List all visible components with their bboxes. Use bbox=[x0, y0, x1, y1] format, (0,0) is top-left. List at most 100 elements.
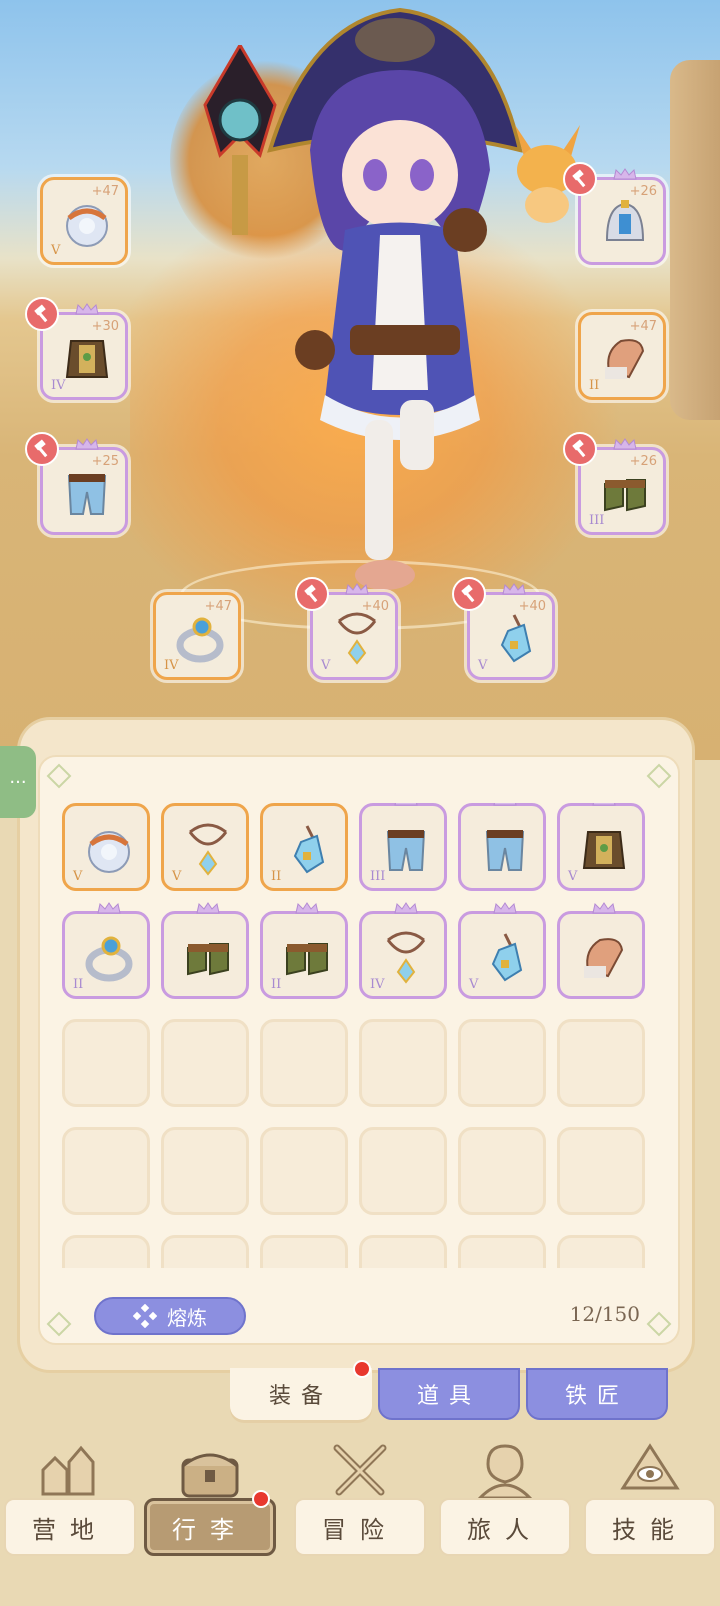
empty-inventory-slot[interactable] bbox=[260, 1235, 348, 1268]
equip-slot-helmet[interactable]: +26 bbox=[563, 162, 666, 265]
tab-items[interactable]: 道具 bbox=[378, 1368, 520, 1420]
empty-inventory-slot[interactable] bbox=[557, 1235, 645, 1268]
equip-slot-pants[interactable]: +25 bbox=[25, 432, 128, 535]
inventory-item[interactable] bbox=[458, 803, 546, 891]
crown-icon bbox=[493, 902, 517, 914]
empty-inventory-slot[interactable] bbox=[458, 1019, 546, 1107]
crown-icon bbox=[592, 902, 616, 914]
upgrade-hammer-icon[interactable] bbox=[295, 577, 329, 611]
equip-slot-boots[interactable]: +26 III bbox=[563, 432, 666, 535]
nav-camp-label: 营地 bbox=[4, 1498, 136, 1556]
luggage-notification-dot bbox=[252, 1490, 270, 1508]
tab-blacksmith-label: 铁匠 bbox=[564, 1384, 629, 1409]
item-tier: II bbox=[271, 977, 282, 992]
swords-icon bbox=[333, 1444, 387, 1496]
equip-slot-pendant[interactable]: +40 V bbox=[452, 577, 555, 680]
nav-skills-label: 技能 bbox=[584, 1498, 716, 1556]
upgrade-hammer-icon[interactable] bbox=[25, 297, 59, 331]
item-tier: V bbox=[321, 658, 331, 673]
smelt-label: 熔炼 bbox=[167, 1305, 207, 1330]
empty-inventory-slot[interactable] bbox=[359, 1019, 447, 1107]
nav-camp[interactable]: 营地 bbox=[0, 1440, 140, 1570]
upgrade-hammer-icon[interactable] bbox=[563, 162, 597, 196]
item-tier: III bbox=[589, 513, 605, 528]
inventory-item[interactable]: III bbox=[359, 803, 447, 891]
panel-corner-ornament bbox=[646, 1311, 672, 1337]
crown-icon bbox=[394, 803, 418, 806]
upgrade-hammer-icon[interactable] bbox=[452, 577, 486, 611]
inventory-item[interactable]: II bbox=[260, 902, 348, 999]
inventory-item[interactable]: V bbox=[557, 803, 645, 891]
empty-inventory-slot[interactable] bbox=[359, 1235, 447, 1268]
pants-icon bbox=[485, 830, 525, 871]
crown-icon bbox=[613, 438, 637, 450]
empty-inventory-slot[interactable] bbox=[557, 1127, 645, 1215]
inventory-item[interactable] bbox=[161, 902, 249, 999]
empty-inventory-slot[interactable] bbox=[260, 1019, 348, 1107]
nav-traveler-label: 旅人 bbox=[439, 1498, 571, 1556]
pants-icon bbox=[67, 474, 107, 515]
inventory-item[interactable]: V bbox=[161, 803, 249, 891]
nav-traveler[interactable]: 旅人 bbox=[435, 1440, 575, 1570]
equip-slot-orb[interactable]: +47 V bbox=[40, 177, 128, 265]
inventory-item[interactable] bbox=[557, 902, 645, 999]
smelt-button[interactable]: 熔炼 bbox=[94, 1297, 246, 1335]
enhance-level: +26 bbox=[629, 184, 657, 199]
empty-inventory-slot[interactable] bbox=[458, 1127, 546, 1215]
nav-skills[interactable]: 技能 bbox=[580, 1440, 720, 1570]
empty-inventory-slot[interactable] bbox=[62, 1235, 150, 1268]
upgrade-hammer-icon[interactable] bbox=[25, 432, 59, 466]
enhance-level: +30 bbox=[91, 319, 119, 334]
enhance-level: +40 bbox=[518, 599, 546, 614]
empty-inventory-slot[interactable] bbox=[161, 1019, 249, 1107]
crown-icon bbox=[196, 902, 220, 914]
upgrade-hammer-icon[interactable] bbox=[563, 432, 597, 466]
tab-equipment[interactable]: 装备 bbox=[230, 1368, 372, 1420]
crown-icon bbox=[613, 168, 637, 180]
item-tier: IV bbox=[164, 658, 179, 673]
background-cliff bbox=[670, 60, 720, 420]
chest-icon bbox=[181, 1453, 239, 1498]
inventory-item[interactable]: II bbox=[260, 803, 348, 891]
empty-inventory-slot[interactable] bbox=[557, 1019, 645, 1107]
equip-slot-ring[interactable]: +47 IV bbox=[153, 592, 241, 680]
equip-slot-necklace[interactable]: +40 V bbox=[295, 577, 398, 680]
orb-icon bbox=[66, 205, 108, 247]
empty-inventory-slot[interactable] bbox=[161, 1127, 249, 1215]
empty-inventory-slot[interactable] bbox=[458, 1235, 546, 1268]
tab-blacksmith[interactable]: 铁匠 bbox=[526, 1368, 668, 1420]
equip-slot-gloves[interactable]: +47 II bbox=[578, 312, 666, 400]
enhance-level: +47 bbox=[629, 319, 657, 334]
tab-items-label: 道具 bbox=[416, 1384, 481, 1409]
empty-inventory-slot[interactable] bbox=[62, 1127, 150, 1215]
crown-icon bbox=[592, 803, 616, 806]
nav-luggage[interactable]: 行李 bbox=[140, 1440, 280, 1570]
inventory-item[interactable]: IV bbox=[359, 902, 447, 999]
empty-inventory-slot[interactable] bbox=[62, 1019, 150, 1107]
camp-icon bbox=[41, 1445, 95, 1496]
nav-adventure[interactable]: 冒险 bbox=[290, 1440, 430, 1570]
item-tier: IV bbox=[51, 378, 66, 393]
item-tier: V bbox=[469, 977, 479, 992]
item-tier: V bbox=[73, 869, 83, 884]
pendant-icon bbox=[500, 614, 532, 663]
item-tier: II bbox=[73, 977, 84, 992]
enhance-level: +47 bbox=[91, 184, 119, 199]
boots-icon bbox=[187, 943, 229, 976]
inventory-item[interactable]: V bbox=[458, 902, 546, 999]
nav-adventure-label: 冒险 bbox=[294, 1498, 426, 1556]
inventory-item[interactable]: V bbox=[62, 803, 150, 891]
equip-slot-armor[interactable]: +30 IV bbox=[25, 297, 128, 400]
empty-inventory-slot[interactable] bbox=[359, 1127, 447, 1215]
side-expand-tab[interactable]: ··· bbox=[0, 746, 36, 818]
item-tier: V bbox=[568, 869, 578, 884]
empty-inventory-slot[interactable] bbox=[260, 1127, 348, 1215]
enhance-level: +47 bbox=[204, 599, 232, 614]
skill-eye-icon bbox=[620, 1443, 680, 1490]
inventory-item[interactable]: II bbox=[62, 902, 150, 999]
armor-icon bbox=[65, 340, 109, 378]
empty-inventory-slot[interactable] bbox=[161, 1235, 249, 1268]
player-character[interactable] bbox=[250, 0, 550, 620]
boots-icon bbox=[286, 943, 328, 976]
enhance-level: +26 bbox=[629, 454, 657, 469]
